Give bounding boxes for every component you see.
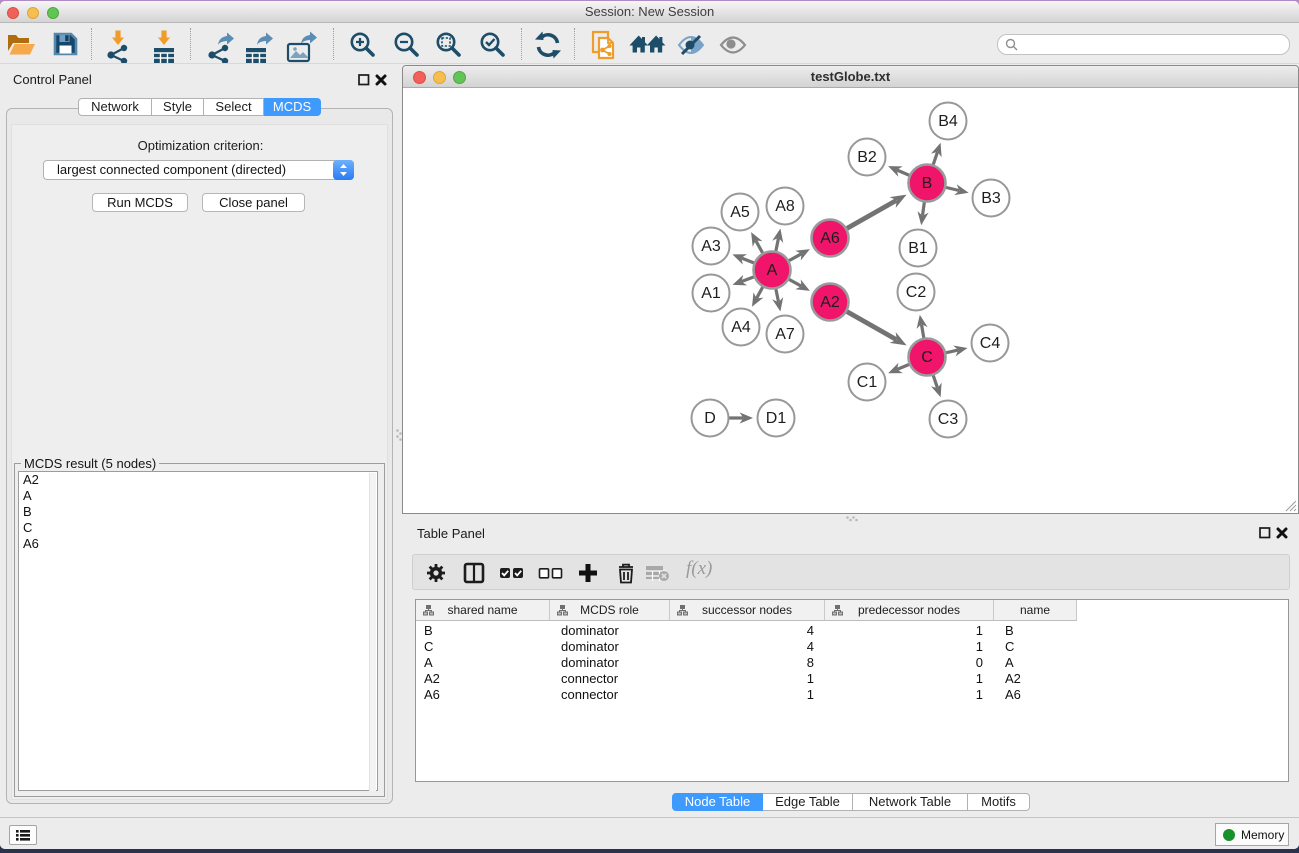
svg-text:A5: A5 [730, 204, 750, 221]
svg-text:C2: C2 [906, 284, 927, 301]
svg-text:B3: B3 [981, 190, 1001, 207]
svg-text:C: C [921, 349, 933, 366]
svg-text:C4: C4 [980, 335, 1001, 352]
svg-text:C3: C3 [938, 411, 959, 428]
svg-text:A7: A7 [775, 326, 795, 343]
svg-text:A: A [767, 262, 778, 279]
svg-text:A1: A1 [701, 285, 721, 302]
svg-text:A6: A6 [820, 230, 840, 247]
svg-text:D1: D1 [766, 410, 787, 427]
svg-text:B1: B1 [908, 240, 928, 257]
svg-text:C1: C1 [857, 374, 878, 391]
svg-text:B2: B2 [857, 149, 877, 166]
svg-text:D: D [704, 410, 716, 427]
svg-text:A3: A3 [701, 238, 721, 255]
svg-text:B: B [922, 175, 933, 192]
svg-text:A4: A4 [731, 319, 751, 336]
svg-text:B4: B4 [938, 113, 958, 130]
svg-text:A8: A8 [775, 198, 795, 215]
svg-text:A2: A2 [820, 294, 840, 311]
